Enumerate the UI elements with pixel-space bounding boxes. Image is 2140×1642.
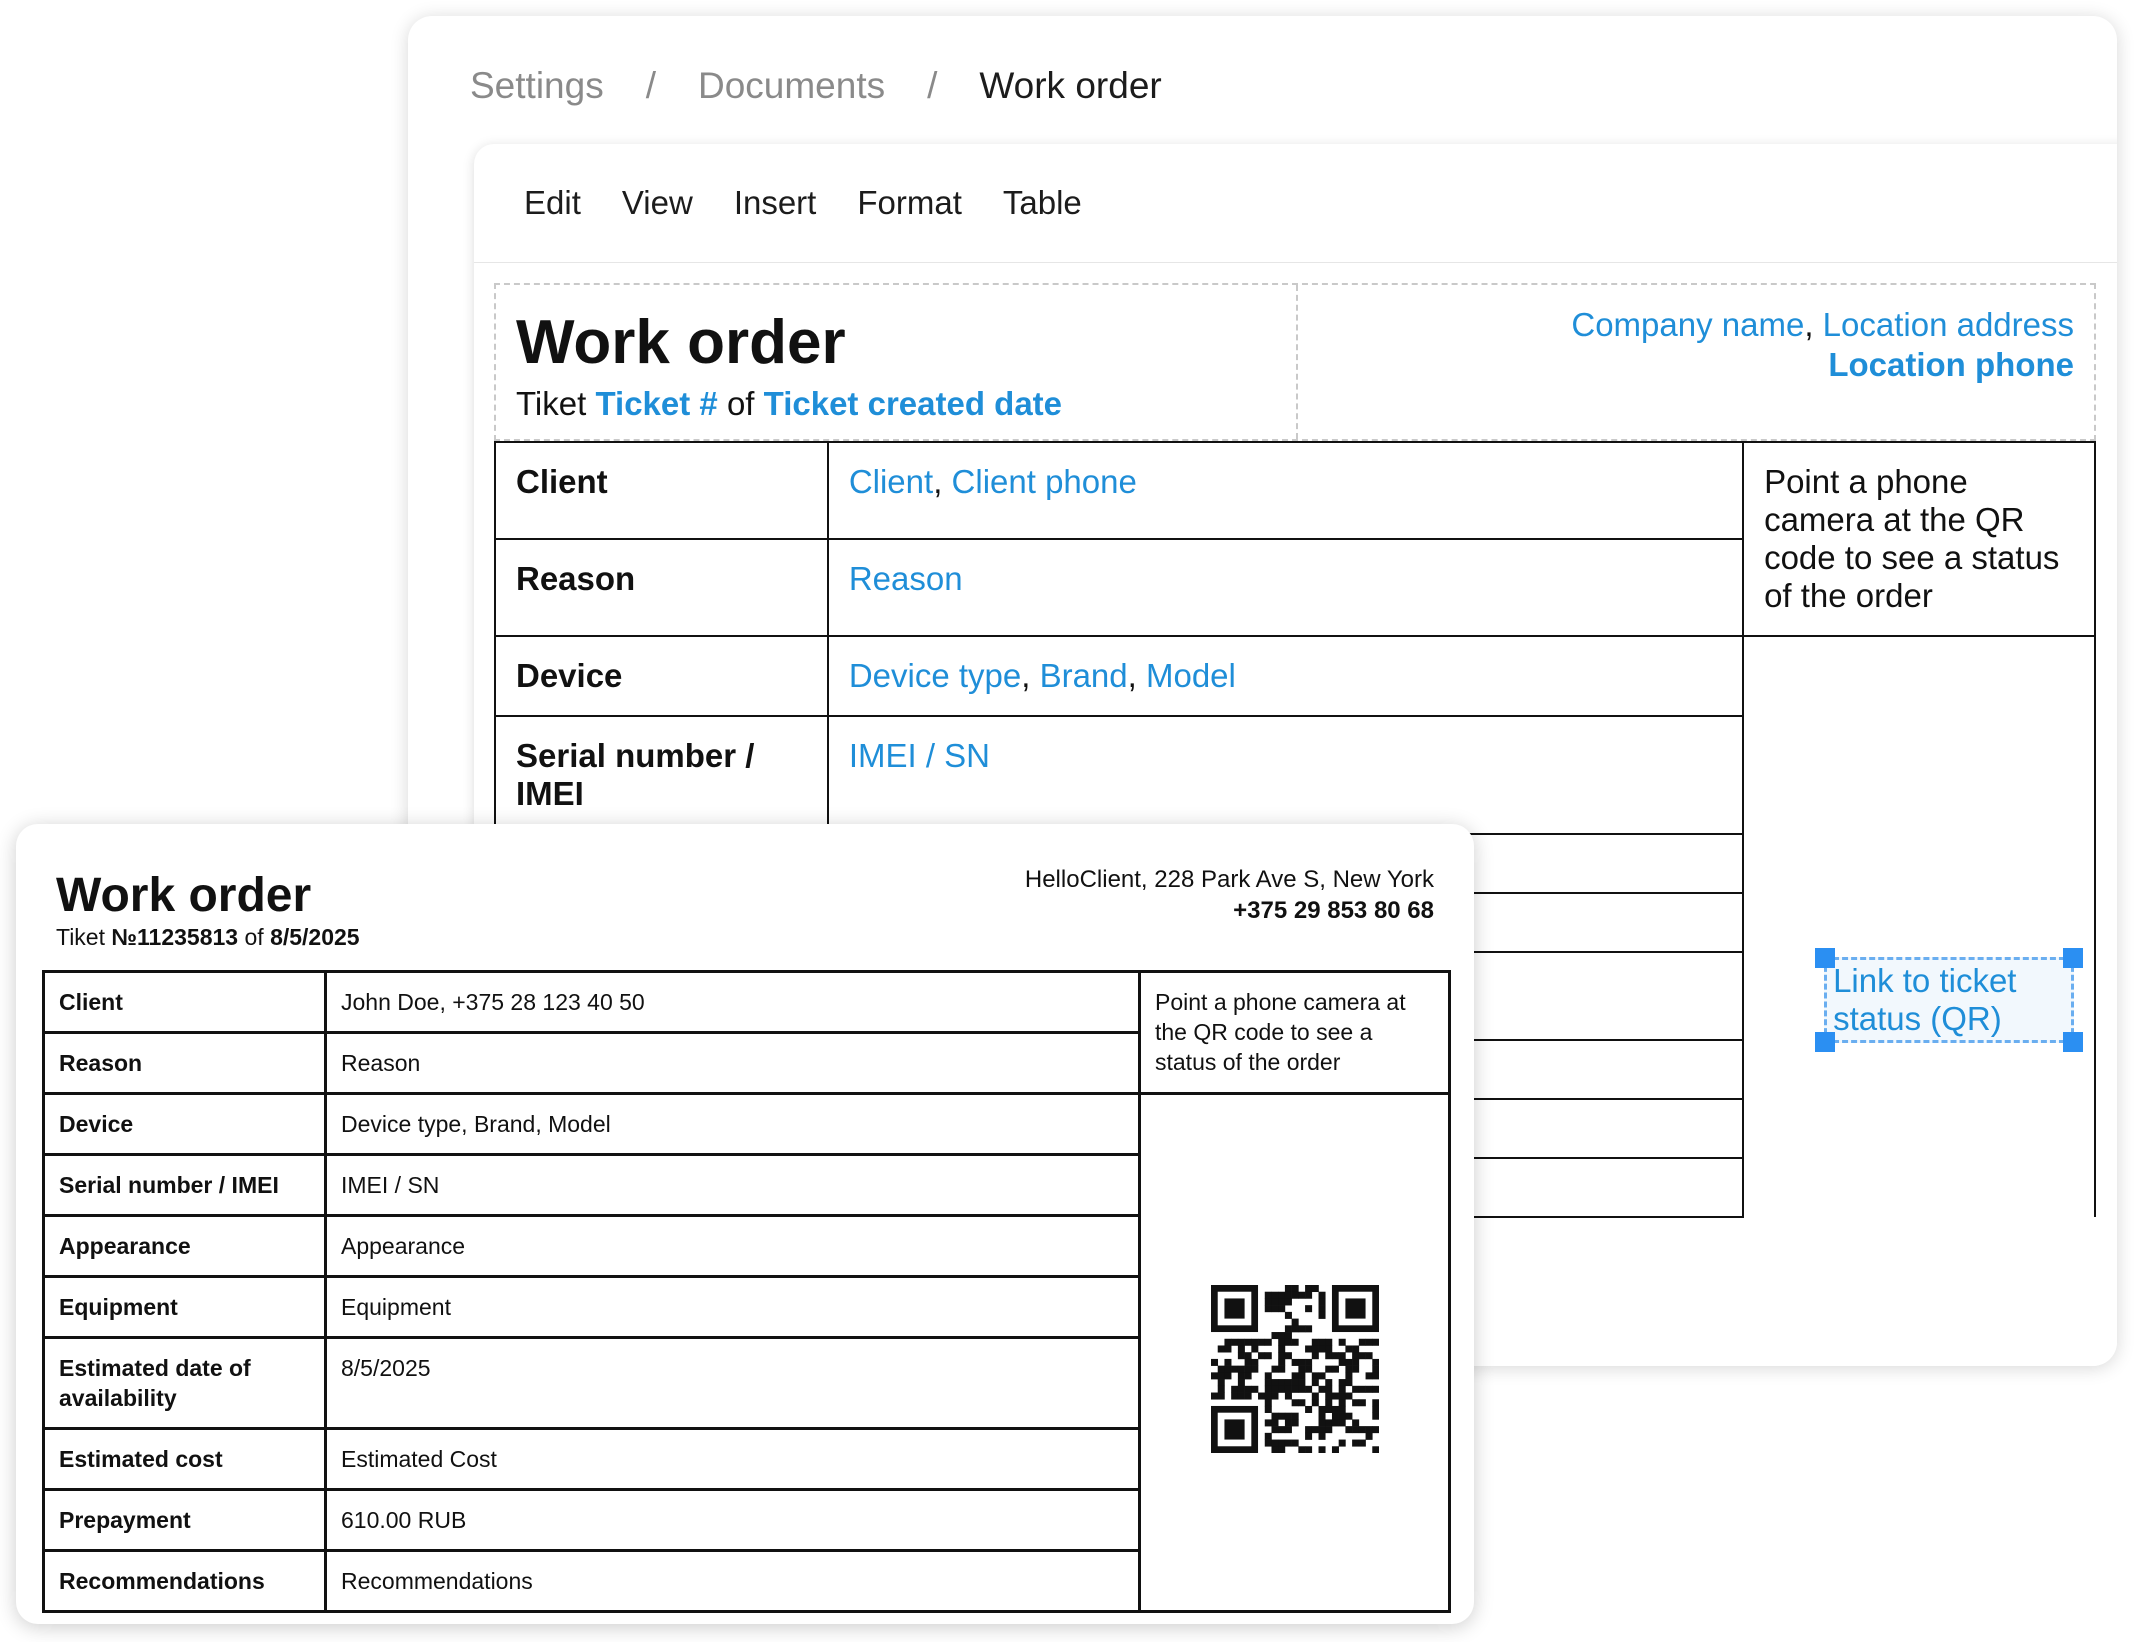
preview-company-block: HelloClient, 228 Park Ave S, New York +3… (1025, 864, 1434, 926)
preview-cell-value: IMEI / SN (324, 1153, 1141, 1217)
preview-cell-label: Estimated date of availability (42, 1336, 327, 1430)
comma: , (1021, 657, 1040, 694)
resize-handle-icon[interactable] (1815, 948, 1836, 968)
work-order-preview: Work order Tiket №11235813 of 8/5/2025 H… (16, 824, 1474, 1624)
template-company-block[interactable]: Company name, Location address Location … (1571, 305, 2074, 385)
preview-title: Work order (56, 869, 312, 922)
template-cell-label[interactable]: Device (494, 635, 829, 717)
template-cell-label[interactable]: Client (494, 441, 829, 540)
template-title[interactable]: Work order (516, 307, 846, 378)
comma: , (933, 463, 952, 500)
ticket-date-placeholder[interactable]: Ticket created date (764, 385, 1062, 422)
breadcrumb-current: Work order (979, 65, 1162, 106)
preview-cell-label: Serial number / IMEI (42, 1153, 327, 1217)
ticket-prefix: Tiket (516, 385, 596, 422)
preview-cell-value: Device type, Brand, Model (324, 1092, 1141, 1156)
template-cell-value[interactable]: IMEI / SN (826, 715, 1745, 835)
template-qr-instruction[interactable]: Point a phone camera at the QR code to s… (1742, 441, 2096, 637)
preview-table: Client John Doe, +375 28 123 40 50 Point… (42, 970, 1451, 1613)
resize-handle-icon[interactable] (2063, 948, 2083, 968)
menu-format[interactable]: Format (857, 184, 962, 222)
ticket-number-placeholder[interactable]: Ticket # (595, 385, 717, 422)
preview-cell-value: Reason (324, 1031, 1141, 1095)
preview-cell-label: Appearance (42, 1214, 327, 1278)
preview-ticket-number: №11235813 (111, 924, 239, 950)
breadcrumb-settings[interactable]: Settings (470, 65, 604, 107)
preview-cell-value: Recommendations (324, 1549, 1141, 1613)
template-cell-value[interactable]: Reason (826, 538, 1745, 637)
preview-ticket-line: Tiket №11235813 of 8/5/2025 (56, 924, 360, 951)
resize-handle-icon[interactable] (1815, 1032, 1836, 1052)
template-cell-value[interactable]: Device type, Brand, Model (826, 635, 1745, 717)
preview-cell-value: Appearance (324, 1214, 1141, 1278)
breadcrumb-documents[interactable]: Documents (698, 65, 885, 107)
company-name-placeholder[interactable]: Company name (1571, 306, 1804, 343)
header-divider (1296, 285, 1298, 439)
preview-ticket-prefix: Tiket (56, 924, 112, 950)
comma: , (1127, 657, 1146, 694)
preview-qr-cell (1138, 1092, 1451, 1613)
qr-link-placeholder[interactable]: Link to ticket status (QR) (1815, 948, 2083, 1052)
preview-cell-value: John Doe, +375 28 123 40 50 (324, 970, 1141, 1034)
breadcrumb-separator: / (927, 65, 938, 106)
resize-handle-icon[interactable] (2063, 1032, 2083, 1052)
preview-cell-label: Equipment (42, 1275, 327, 1339)
preview-ticket-date: 8/5/2025 (270, 924, 360, 950)
preview-ticket-of: of (238, 924, 271, 950)
preview-cell-value: Estimated Cost (324, 1427, 1141, 1491)
preview-cell-value: Equipment (324, 1275, 1141, 1339)
template-ticket-line[interactable]: Tiket Ticket # of Ticket created date (516, 385, 1062, 423)
preview-cell-label: Device (42, 1092, 327, 1156)
comma: , (1804, 306, 1823, 343)
brand-placeholder[interactable]: Brand (1040, 657, 1128, 694)
template-header[interactable]: Work order Tiket Ticket # of Ticket crea… (494, 283, 2096, 441)
preview-cell-value: 610.00 RUB (324, 1488, 1141, 1552)
preview-cell-label: Recommendations (42, 1549, 327, 1613)
breadcrumb: Settings / Documents / Work order (470, 46, 1162, 126)
preview-cell-label: Estimated cost (42, 1427, 327, 1491)
client-phone-placeholder[interactable]: Client phone (952, 463, 1137, 500)
menu-insert[interactable]: Insert (734, 184, 817, 222)
imei-placeholder[interactable]: IMEI / SN (849, 737, 990, 774)
device-type-placeholder[interactable]: Device type (849, 657, 1021, 694)
menu-view[interactable]: View (622, 184, 693, 222)
reason-placeholder[interactable]: Reason (849, 560, 963, 597)
preview-cell-value: 8/5/2025 (324, 1336, 1141, 1430)
breadcrumb-separator: / (645, 65, 656, 106)
qr-code-icon (1210, 1285, 1379, 1453)
preview-cell-label: Reason (42, 1031, 327, 1095)
menu-table[interactable]: Table (1003, 184, 1082, 222)
template-cell-label[interactable]: Serial number / IMEI (494, 715, 829, 835)
template-cell-label[interactable]: Reason (494, 538, 829, 637)
location-phone-placeholder[interactable]: Location phone (1571, 345, 2074, 385)
preview-company-line: HelloClient, 228 Park Ave S, New York (1024, 866, 1434, 893)
preview-cell-label: Prepayment (42, 1488, 327, 1552)
preview-cell-label: Client (42, 970, 327, 1034)
preview-phone: +375 29 853 80 68 (1233, 897, 1434, 924)
client-placeholder[interactable]: Client (849, 463, 933, 500)
qr-link-text: Link to ticket status (QR) (1833, 962, 2017, 1037)
menu-edit[interactable]: Edit (524, 184, 581, 222)
menu-bar: Edit View Insert Format Table (474, 144, 2117, 263)
preview-qr-instruction: Point a phone camera at the QR code to s… (1138, 970, 1451, 1095)
template-qr-cell[interactable]: Link to ticket status (QR) (1742, 635, 2096, 1217)
ticket-of: of (717, 385, 764, 422)
location-address-placeholder[interactable]: Location address (1823, 306, 2074, 343)
template-cell-value[interactable]: Client, Client phone (826, 441, 1745, 540)
model-placeholder[interactable]: Model (1146, 657, 1236, 694)
